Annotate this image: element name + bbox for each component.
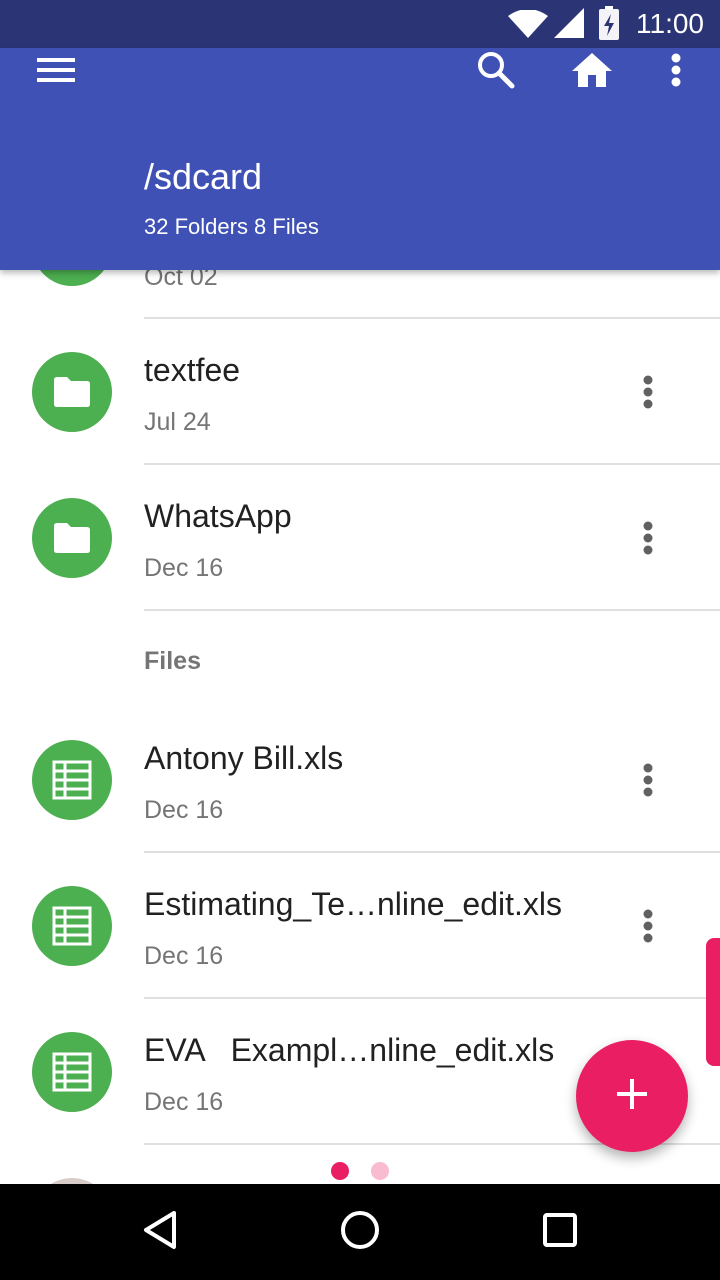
spreadsheet-icon bbox=[32, 740, 112, 820]
spreadsheet-icon bbox=[32, 1032, 112, 1112]
page-indicator-dot-active bbox=[331, 1162, 349, 1180]
item-date: Dec 16 bbox=[144, 796, 224, 824]
search-button[interactable] bbox=[466, 48, 526, 96]
item-date: Oct 02 bbox=[144, 270, 218, 291]
item-name: WhatsApp bbox=[144, 498, 292, 534]
back-icon bbox=[142, 1210, 178, 1255]
back-button[interactable] bbox=[112, 1184, 208, 1280]
status-bar: 11:00 bbox=[0, 0, 720, 48]
item-name: textfee bbox=[144, 352, 241, 388]
list-item[interactable]: Estimating_Te…nline_edit.xls Dec 16 bbox=[0, 853, 720, 999]
item-more-button[interactable] bbox=[628, 513, 668, 563]
system-nav-bar bbox=[0, 1184, 720, 1280]
item-date: Dec 16 bbox=[144, 1088, 224, 1116]
list-item[interactable] bbox=[0, 1145, 720, 1184]
home-circle-icon bbox=[340, 1210, 380, 1255]
cell-signal-icon bbox=[554, 8, 584, 43]
item-name: EVA Exampl…nline_edit.xls bbox=[144, 1032, 555, 1068]
item-name: Antony Bill.xls bbox=[144, 740, 344, 776]
divider bbox=[144, 609, 720, 611]
item-more-button[interactable] bbox=[628, 755, 668, 805]
add-fab-button[interactable] bbox=[576, 1040, 688, 1152]
menu-button[interactable] bbox=[24, 48, 88, 96]
item-date: Dec 16 bbox=[144, 554, 224, 582]
page-indicator-dot bbox=[371, 1162, 389, 1180]
edge-drawer-handle[interactable] bbox=[706, 938, 720, 1066]
files-section-header: Files bbox=[144, 647, 201, 675]
folder-icon bbox=[32, 270, 112, 286]
current-path-title: /sdcard bbox=[144, 156, 263, 197]
item-name: Estimating_Te…nline_edit.xls bbox=[144, 886, 562, 922]
list-item[interactable]: WhatsApp Dec 16 bbox=[0, 465, 720, 611]
add-icon bbox=[617, 1078, 647, 1114]
home-icon bbox=[572, 52, 612, 92]
folder-icon bbox=[32, 352, 112, 432]
wifi-icon bbox=[508, 9, 548, 43]
more-vert-icon bbox=[671, 53, 681, 92]
list-item[interactable]: Oct 02 bbox=[0, 270, 720, 319]
folder-file-count: 32 Folders 8 Files bbox=[144, 214, 319, 239]
folder-icon bbox=[32, 498, 112, 578]
item-more-button[interactable] bbox=[628, 367, 668, 417]
item-more-button[interactable] bbox=[628, 901, 668, 951]
recents-icon bbox=[542, 1212, 578, 1253]
app-bar: /sdcard 32 Folders 8 Files bbox=[0, 48, 720, 270]
recents-button[interactable] bbox=[512, 1184, 608, 1280]
item-date: Dec 16 bbox=[144, 942, 224, 970]
item-date: Jul 24 bbox=[144, 408, 211, 436]
battery-charging-icon bbox=[598, 6, 620, 45]
search-icon bbox=[477, 51, 515, 94]
home-button[interactable] bbox=[562, 48, 622, 96]
home-nav-button[interactable] bbox=[312, 1184, 408, 1280]
menu-icon bbox=[37, 56, 75, 89]
list-item[interactable]: Antony Bill.xls Dec 16 bbox=[0, 707, 720, 853]
list-item[interactable]: textfee Jul 24 bbox=[0, 319, 720, 465]
status-time: 11:00 bbox=[636, 8, 704, 39]
spreadsheet-icon bbox=[32, 886, 112, 966]
overflow-menu-button[interactable] bbox=[652, 48, 700, 96]
